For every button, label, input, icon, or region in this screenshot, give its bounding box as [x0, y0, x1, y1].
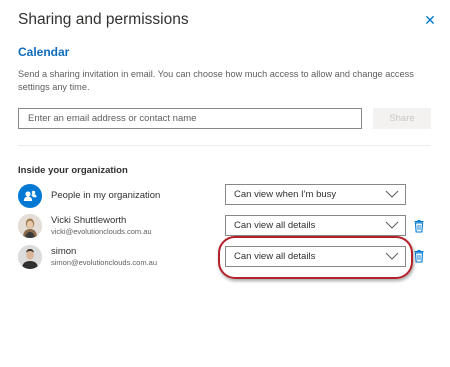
chevron-down-icon: [385, 190, 399, 198]
calendar-title: Calendar: [18, 45, 70, 59]
delete-icon[interactable]: [414, 219, 424, 233]
avatar-photo: [18, 214, 42, 238]
share-button[interactable]: Share: [373, 108, 431, 129]
people-icon: [18, 184, 42, 208]
permission-select[interactable]: Can view all details: [225, 215, 406, 236]
permission-select[interactable]: Can view when I'm busy: [225, 184, 406, 205]
entry-email: vicki@evolutionclouds.com.au: [51, 227, 152, 236]
list-item: People in my organization Can view when …: [18, 184, 438, 212]
chevron-down-icon: [385, 221, 399, 229]
sharing-description: Send a sharing invitation in email. You …: [18, 69, 414, 92]
dialog-title: Sharing and permissions: [18, 11, 189, 28]
close-button[interactable]: ✕: [423, 13, 437, 27]
entry-name: simon: [51, 246, 77, 257]
entry-name: Vicki Shuttleworth: [51, 215, 127, 226]
entry-email: simon@evolutionclouds.com.au: [51, 258, 157, 267]
divider: [18, 145, 431, 146]
avatar-photo: [18, 245, 42, 269]
organization-heading: Inside your organization: [18, 165, 128, 176]
delete-icon[interactable]: [414, 249, 424, 263]
entry-name: People in my organization: [51, 190, 161, 201]
close-icon: ✕: [424, 12, 436, 28]
highlight-annotation: [218, 236, 413, 279]
email-input[interactable]: [18, 108, 362, 129]
